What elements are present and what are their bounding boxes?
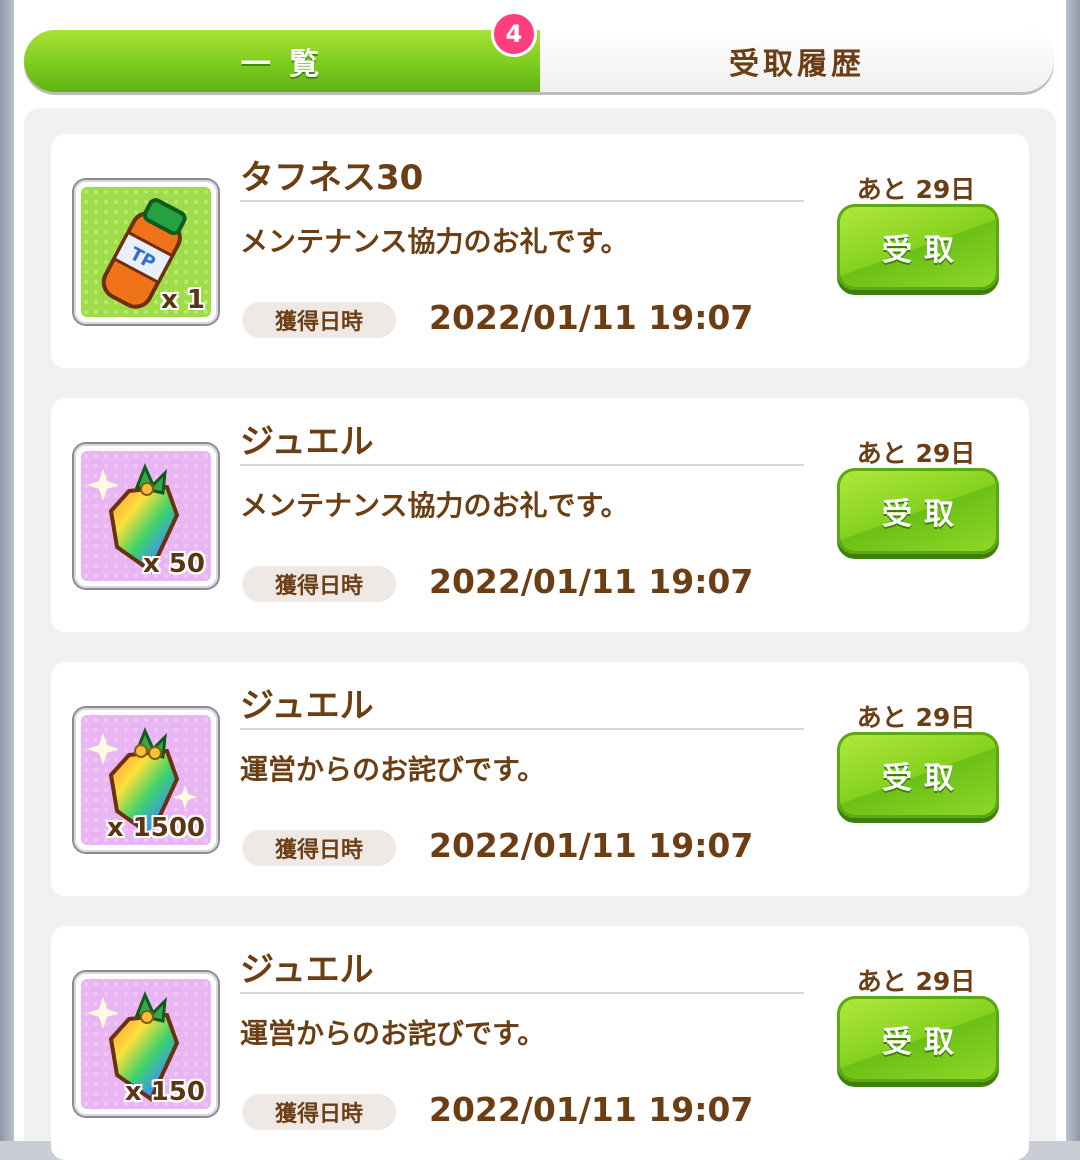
tp-bottle-icon: TP x 1 <box>81 187 211 317</box>
list-item: x 50 ジュエル メンテナンス協力のお礼です。 獲得日時 2022/01/11… <box>51 398 1029 632</box>
received-date: 2022/01/11 19:07 <box>429 1090 754 1129</box>
item-icon-frame: x 1500 <box>74 708 218 852</box>
divider <box>240 992 804 994</box>
jewel-icon: x 1500 <box>81 715 211 845</box>
item-icon-frame: x 50 <box>74 444 218 588</box>
divider <box>240 200 804 202</box>
unclaimed-count-badge: 4 <box>491 11 537 57</box>
tab-list[interactable]: 一 覧 <box>24 30 542 92</box>
list-item: TP x 1 タフネス30 メンテナンス協力のお礼です。 獲得日時 2022/0… <box>51 134 1029 368</box>
item-icon-frame: TP x 1 <box>74 180 218 324</box>
item-quantity: x 1500 <box>106 813 205 843</box>
date-label: 獲得日時 <box>242 566 396 602</box>
item-quantity: x 50 <box>142 549 205 579</box>
jewel-icon: x 150 <box>81 979 211 1109</box>
present-list: TP x 1 タフネス30 メンテナンス協力のお礼です。 獲得日時 2022/0… <box>24 108 1056 1160</box>
claim-button[interactable]: 受取 <box>837 732 999 818</box>
item-quantity: x 1 <box>161 285 205 315</box>
received-date: 2022/01/11 19:07 <box>429 562 754 601</box>
item-description: 運営からのお詫びです。 <box>240 1017 546 1050</box>
item-icon-frame: x 150 <box>74 972 218 1116</box>
tab-bar: 一 覧 受取履歴 <box>24 30 1054 92</box>
days-remaining: あと 29日 <box>856 967 976 996</box>
divider <box>240 464 804 466</box>
days-remaining: あと 29日 <box>856 703 976 732</box>
item-description: 運営からのお詫びです。 <box>240 753 546 786</box>
days-remaining: あと 29日 <box>856 175 976 204</box>
item-quantity: x 150 <box>124 1077 205 1107</box>
item-description: メンテナンス協力のお礼です。 <box>240 225 629 258</box>
date-label: 獲得日時 <box>242 1094 396 1130</box>
claim-button[interactable]: 受取 <box>837 996 999 1082</box>
item-name: タフネス30 <box>240 158 424 198</box>
list-item: x 150 ジュエル 運営からのお詫びです。 獲得日時 2022/01/11 1… <box>51 926 1029 1160</box>
received-date: 2022/01/11 19:07 <box>429 298 754 337</box>
tab-list-label: 一 覧 <box>240 47 324 82</box>
date-label: 獲得日時 <box>242 302 396 338</box>
item-name: ジュエル <box>240 422 374 462</box>
claim-button[interactable]: 受取 <box>837 204 999 290</box>
list-item: x 1500 ジュエル 運営からのお詫びです。 獲得日時 2022/01/11 … <box>51 662 1029 896</box>
days-remaining: あと 29日 <box>856 439 976 468</box>
jewel-icon: x 50 <box>81 451 211 581</box>
item-description: メンテナンス協力のお礼です。 <box>240 489 629 522</box>
tab-history[interactable]: 受取履歴 <box>540 30 1054 92</box>
divider <box>240 728 804 730</box>
item-name: ジュエル <box>240 686 374 726</box>
received-date: 2022/01/11 19:07 <box>429 826 754 865</box>
item-name: ジュエル <box>240 950 374 990</box>
tab-history-label: 受取履歴 <box>729 47 865 82</box>
claim-button[interactable]: 受取 <box>837 468 999 554</box>
date-label: 獲得日時 <box>242 830 396 866</box>
